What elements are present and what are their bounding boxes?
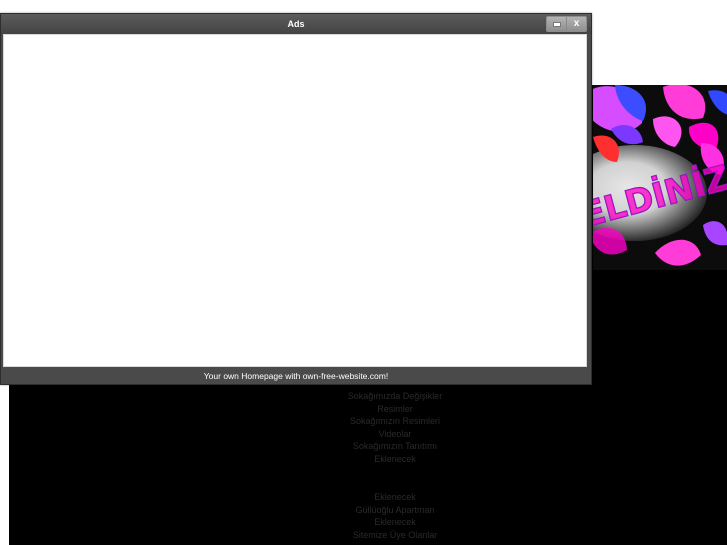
own-free-website-link[interactable]: Your own Homepage with own-free-website.… (1, 367, 591, 384)
menu-item-eklenecek-2[interactable]: Eklenecek (300, 491, 490, 504)
menu-item-sokagimizin-tanitimi[interactable]: Sokağımızın Tanıtımı (300, 440, 490, 453)
browser-page: ELDİNİZ !! ELDİNİZ !! Sokağımızda Değişi… (0, 0, 727, 545)
window-controls: x (546, 16, 587, 32)
site-navigation-menu: Sokağımızda Değişikler Resimler Sokağımı… (300, 390, 490, 541)
menu-item-sokagimizin-resimleri[interactable]: Sokağımızın Resimleri (300, 415, 490, 428)
menu-item-resimler[interactable]: Resimler (300, 403, 490, 416)
menu-item-sokagimizda-degisikler[interactable]: Sokağımızda Değişikler (300, 390, 490, 403)
close-icon: x (573, 18, 580, 29)
butterfly-banner-graphic: ELDİNİZ !! ELDİNİZ !! (593, 85, 727, 270)
menu-item-eklenecek-3[interactable]: Eklenecek (300, 516, 490, 529)
close-button[interactable]: x (566, 17, 586, 31)
menu-spacer (300, 465, 490, 491)
minimize-button[interactable] (547, 17, 566, 31)
minimize-icon (552, 21, 561, 27)
ads-popup-window[interactable]: Ads x Your own Homepage with own-free-we… (0, 13, 592, 385)
menu-item-sitemize-uye-olanlar[interactable]: Sitemize Üye Olanlar (300, 529, 490, 542)
menu-item-gulluoglu-apartman[interactable]: Güllüoğlu Apartman (300, 504, 490, 517)
popup-title: Ads (287, 19, 305, 29)
menu-item-videolar[interactable]: Videolar (300, 428, 490, 441)
popup-titlebar[interactable]: Ads x (1, 14, 591, 34)
welcome-banner-image: ELDİNİZ !! ELDİNİZ !! (593, 85, 727, 270)
ad-content-area (3, 34, 587, 367)
menu-item-eklenecek-1[interactable]: Eklenecek (300, 453, 490, 466)
